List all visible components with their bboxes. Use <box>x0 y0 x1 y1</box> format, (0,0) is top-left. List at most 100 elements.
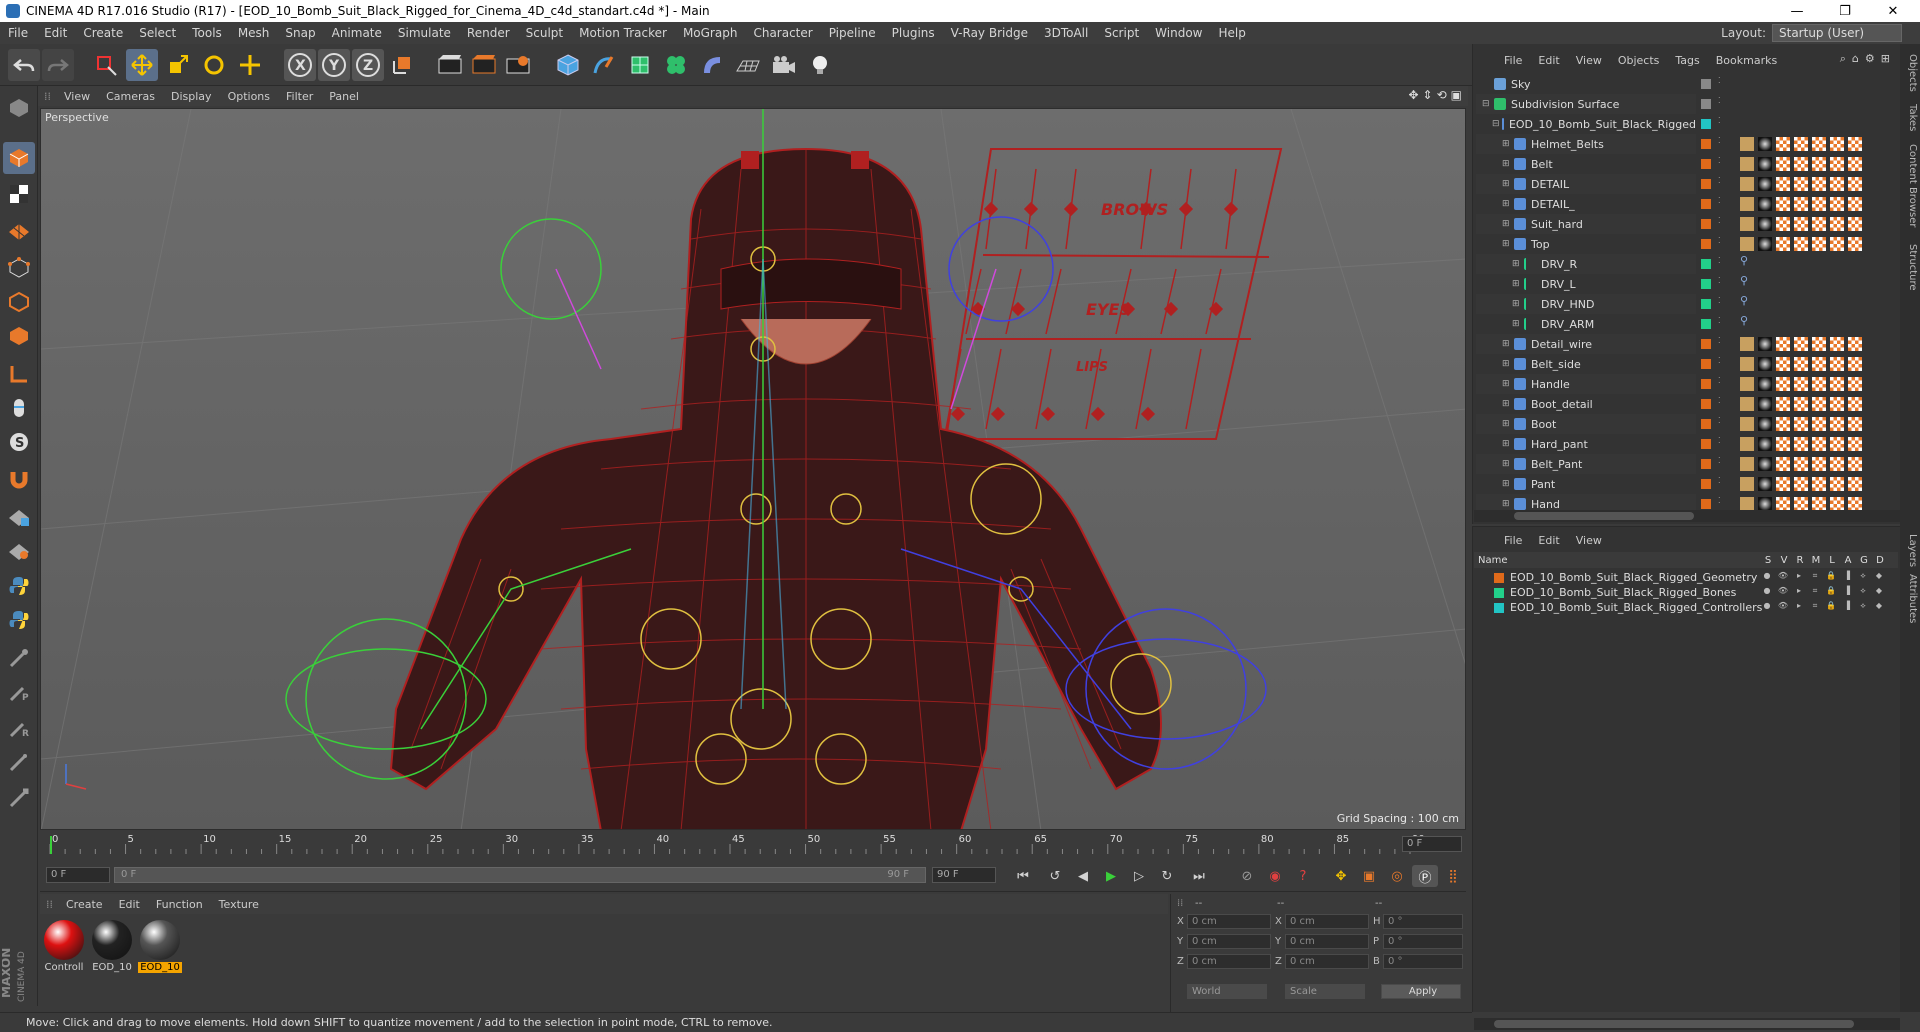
expand-toggle-icon[interactable]: ⊞ <box>1502 439 1512 449</box>
texture-tag-icon[interactable] <box>1812 217 1826 231</box>
texture-tag-icon[interactable] <box>1812 457 1826 471</box>
layer-color-chip[interactable] <box>1701 199 1711 209</box>
uvw-tag-icon[interactable] <box>1740 237 1754 251</box>
brush-tool-icon[interactable] <box>3 642 35 674</box>
expand-toggle-icon[interactable]: ⊞ <box>1502 159 1512 169</box>
redo-icon[interactable] <box>42 49 74 81</box>
visibility-dots-icon[interactable]: ⁚ <box>1718 356 1721 365</box>
menu-render[interactable]: Render <box>459 26 518 40</box>
object-horizontal-scrollbar[interactable] <box>1474 510 1900 522</box>
material-tag-icon[interactable] <box>1758 497 1772 511</box>
texture-tag-icon[interactable] <box>1776 197 1790 211</box>
viewport-menu-options[interactable]: Options <box>220 90 278 103</box>
layer-color-chip[interactable] <box>1701 479 1711 489</box>
texture-tag-icon[interactable] <box>1776 397 1790 411</box>
apply-button[interactable]: Apply <box>1381 984 1461 999</box>
layer-color-chip[interactable] <box>1701 499 1711 509</box>
layer-color-swatch[interactable] <box>1494 572 1504 583</box>
magnet-icon[interactable] <box>3 464 35 496</box>
key-pla-icon[interactable]: ⣿ <box>1440 865 1466 887</box>
menu-edit[interactable]: Edit <box>36 26 75 40</box>
texture-tag-icon[interactable] <box>1776 237 1790 251</box>
layer-flag-icon[interactable]: ● <box>1760 586 1774 596</box>
object-row[interactable]: ⊞ Detail_wire <box>1476 334 1696 354</box>
settings-icon[interactable]: ⚙ <box>1865 52 1875 66</box>
axis-mode-icon[interactable] <box>3 358 35 390</box>
layer-color-chip[interactable] <box>1701 459 1711 469</box>
material-tag-icon[interactable] <box>1758 157 1772 171</box>
visibility-dots-icon[interactable]: ⁚ <box>1718 116 1721 125</box>
object-row[interactable]: ⊞ Boot <box>1476 414 1696 434</box>
layer-flag-icon[interactable]: ⟡ <box>1856 601 1870 611</box>
layer-color-swatch[interactable] <box>1494 587 1504 598</box>
rotation-field[interactable]: 0 ° <box>1383 934 1463 949</box>
visibility-dots-icon[interactable]: ⁚ <box>1718 256 1721 265</box>
size-field[interactable]: 0 cm <box>1285 934 1369 949</box>
expand-toggle-icon[interactable]: ⊟ <box>1482 99 1492 109</box>
texture-tag-icon[interactable] <box>1812 237 1826 251</box>
expand-toggle-icon[interactable]: ⊞ <box>1512 259 1522 269</box>
visibility-dots-icon[interactable]: ⁚ <box>1718 156 1721 165</box>
visibility-dots-icon[interactable]: ⁚ <box>1718 76 1721 85</box>
layer-flag-icon[interactable]: ⟡ <box>1856 571 1870 581</box>
perspective-viewport[interactable]: Perspective BROWS EYES LIPS Grid Spacing… <box>40 108 1466 830</box>
subdivision-surface-icon[interactable] <box>624 49 656 81</box>
layer-flag-header[interactable]: D <box>1872 555 1888 566</box>
texture-tag-icon[interactable] <box>1830 457 1844 471</box>
texture-tag-icon[interactable] <box>1848 437 1862 451</box>
render-to-picture-viewer-icon[interactable] <box>468 49 500 81</box>
uvw-tag-icon[interactable] <box>1740 157 1754 171</box>
camera-object-icon[interactable] <box>768 49 800 81</box>
object-menu-file[interactable]: File <box>1496 54 1530 67</box>
texture-tag-icon[interactable] <box>1848 237 1862 251</box>
expand-toggle-icon[interactable]: ⊞ <box>1502 339 1512 349</box>
visibility-dots-icon[interactable]: ⁚ <box>1718 176 1721 185</box>
material-menu-texture[interactable]: Texture <box>211 898 267 911</box>
start-frame-field[interactable]: 0 F <box>46 867 110 883</box>
texture-tag-icon[interactable] <box>1794 417 1808 431</box>
menu-character[interactable]: Character <box>745 26 820 40</box>
object-row[interactable]: ⊟ EOD_10_Bomb_Suit_Black_Rigged <box>1476 114 1696 134</box>
layer-color-chip[interactable] <box>1701 359 1711 369</box>
layer-menu-edit[interactable]: Edit <box>1530 534 1567 547</box>
expand-toggle-icon[interactable]: ⊞ <box>1502 139 1512 149</box>
render-view-icon[interactable] <box>434 49 466 81</box>
texture-tag-icon[interactable] <box>1776 377 1790 391</box>
deformer-icon[interactable] <box>696 49 728 81</box>
texture-tag-icon[interactable] <box>1794 457 1808 471</box>
layer-flag-icon[interactable]: ⟡ <box>1856 586 1870 596</box>
texture-tag-icon[interactable] <box>1794 137 1808 151</box>
side-tab-content-browser[interactable]: Content Browser <box>1902 144 1918 227</box>
size-field[interactable]: 0 cm <box>1285 954 1369 969</box>
size-field[interactable]: 0 cm <box>1285 914 1369 929</box>
planar-workplane-icon[interactable] <box>3 534 35 566</box>
visibility-dots-icon[interactable]: ⁚ <box>1718 376 1721 385</box>
playhead[interactable] <box>50 836 52 854</box>
viewport-menu-view[interactable]: View <box>56 90 98 103</box>
object-row[interactable]: ⊞ DRV_HND <box>1476 294 1696 314</box>
material-tag-icon[interactable] <box>1758 397 1772 411</box>
menu-help[interactable]: Help <box>1210 26 1253 40</box>
scrollbar-thumb[interactable] <box>1494 1020 1854 1028</box>
texture-tag-icon[interactable] <box>1848 197 1862 211</box>
workplane-mode-icon[interactable] <box>3 214 35 246</box>
transform-tool-icon[interactable] <box>234 49 266 81</box>
cloner-icon[interactable] <box>660 49 692 81</box>
side-tab-objects[interactable]: Objects <box>1902 54 1918 92</box>
side-tab-attributes[interactable]: Attributes <box>1902 574 1918 623</box>
layer-flag-header[interactable]: S <box>1760 555 1776 566</box>
material-tag-icon[interactable] <box>1758 217 1772 231</box>
layer-flag-icon[interactable]: 🔒 <box>1824 586 1838 596</box>
texture-tag-icon[interactable] <box>1830 397 1844 411</box>
end-frame-field[interactable]: 90 F <box>932 867 996 883</box>
menu-sculpt[interactable]: Sculpt <box>518 26 571 40</box>
layer-flag-icon[interactable]: ● <box>1760 571 1774 581</box>
texture-tag-icon[interactable] <box>1848 417 1862 431</box>
texture-tag-icon[interactable] <box>1794 497 1808 511</box>
previous-key-icon[interactable]: ↺ <box>1042 865 1068 887</box>
make-editable-icon[interactable] <box>3 92 35 124</box>
close-button[interactable]: ✕ <box>1870 0 1916 22</box>
texture-tag-icon[interactable] <box>1812 417 1826 431</box>
preview-range-slider[interactable]: 0 F 90 F <box>114 867 926 883</box>
go-to-start-icon[interactable]: ⏮ <box>1010 865 1036 887</box>
